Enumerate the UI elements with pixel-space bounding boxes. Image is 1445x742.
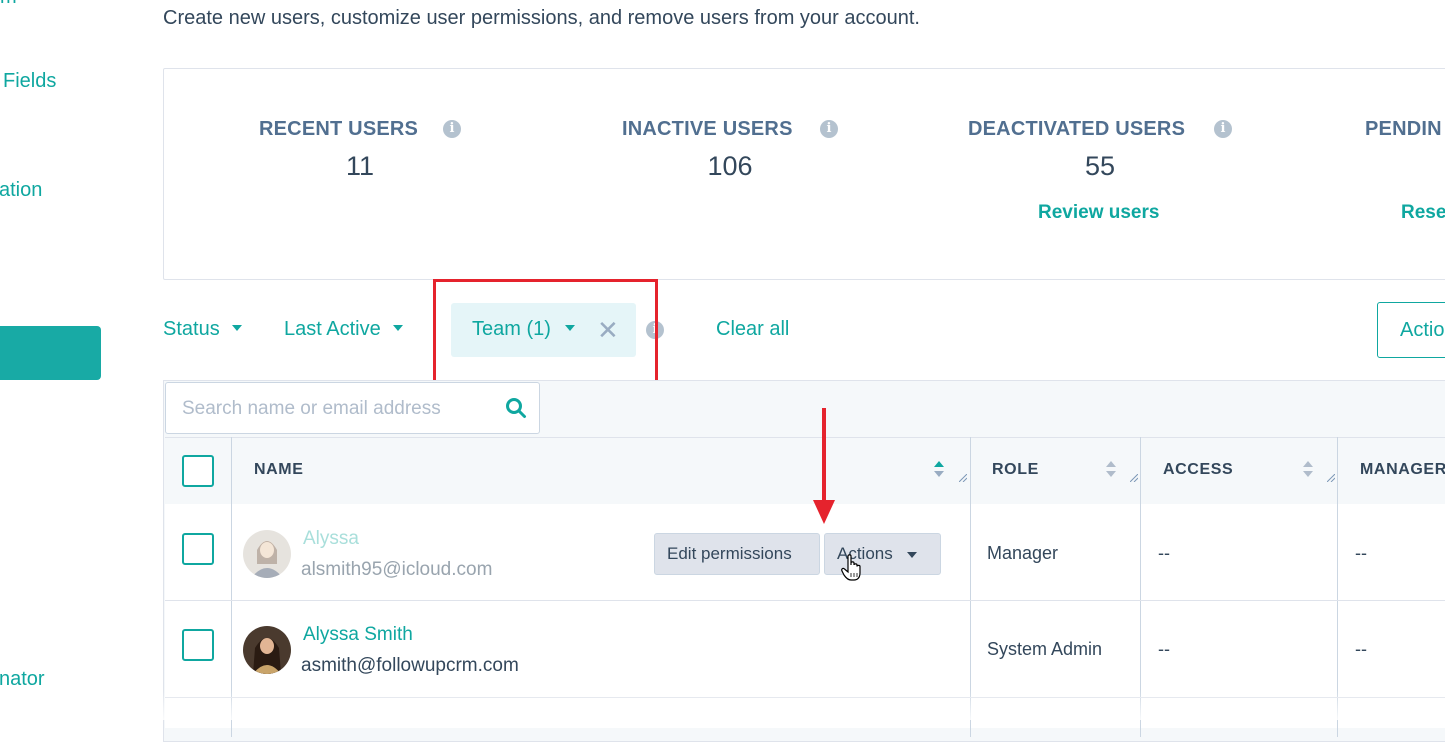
table-header	[165, 437, 1445, 505]
table-row	[165, 601, 1445, 697]
select-all-checkbox[interactable]	[182, 455, 214, 487]
annotation-highlight-box	[433, 279, 658, 387]
stat-inactive-users-label: INACTIVE USERS	[622, 118, 793, 140]
avatar	[243, 626, 291, 674]
column-resize-handle[interactable]	[1130, 474, 1138, 482]
role-cell: System Admin	[987, 639, 1103, 659]
sidebar-item-fields[interactable]: Fields	[3, 70, 56, 93]
column-resize-handle[interactable]	[959, 474, 967, 482]
manager-cell: --	[1355, 543, 1367, 563]
caret-down-icon	[231, 324, 242, 331]
sort-icon[interactable]	[1106, 461, 1116, 477]
column-header-access[interactable]: ACCESS	[1163, 461, 1233, 479]
edit-permissions-label: Edit permissions	[667, 544, 792, 563]
status-filter-label: Status	[163, 318, 220, 340]
edit-permissions-button[interactable]: Edit permissions	[654, 533, 820, 575]
row-checkbox[interactable]	[182, 629, 214, 661]
page-description: Create new users, customize user permiss…	[163, 7, 920, 29]
stat-deactivated-users-label: DEACTIVATED USERS	[968, 118, 1186, 140]
row-checkbox[interactable]	[182, 533, 214, 565]
access-cell: --	[1158, 543, 1170, 563]
avatar	[243, 530, 291, 578]
info-icon[interactable]: i	[443, 120, 461, 138]
user-name-link[interactable]: Alyssa	[303, 528, 359, 550]
annotation-arrow	[813, 408, 835, 524]
status-filter-dropdown[interactable]: Status	[163, 318, 242, 341]
search-input[interactable]: Search name or email address	[165, 382, 540, 434]
hand-cursor-icon	[841, 554, 861, 581]
stat-pending-label: PENDIN	[1365, 118, 1442, 140]
manager-cell: --	[1355, 639, 1367, 659]
role-cell: Manager	[987, 543, 1059, 563]
sidebar-item-active-button[interactable]	[0, 326, 101, 380]
caret-down-icon	[907, 552, 917, 558]
search-placeholder: Search name or email address	[182, 398, 441, 419]
stat-inactive-users-value: 106	[707, 151, 753, 181]
access-cell: --	[1158, 639, 1170, 659]
clear-all-button[interactable]: Clear all	[716, 318, 789, 341]
search-icon[interactable]	[505, 397, 527, 419]
sort-icon[interactable]	[934, 461, 944, 477]
last-active-filter-dropdown[interactable]: Last Active	[284, 318, 403, 341]
info-icon[interactable]: i	[820, 120, 838, 138]
sidebar-item-cut[interactable]: m	[0, 0, 17, 9]
row-divider	[165, 600, 1445, 601]
column-header-name[interactable]: NAME	[254, 461, 304, 479]
last-active-filter-label: Last Active	[284, 318, 381, 340]
actions-button[interactable]: Actio	[1377, 302, 1445, 358]
stat-deactivated-users-value: 55	[1084, 151, 1116, 181]
resend-link[interactable]: Rese	[1401, 202, 1445, 224]
user-email: alsmith95@icloud.com	[301, 559, 493, 580]
actions-button-label: Actio	[1400, 319, 1445, 341]
column-resize-handle[interactable]	[1327, 474, 1335, 482]
sort-icon[interactable]	[1303, 461, 1313, 477]
caret-down-icon	[392, 324, 403, 331]
info-icon[interactable]: i	[1214, 120, 1232, 138]
review-users-link[interactable]: Review users	[1038, 202, 1159, 224]
stat-recent-users-label: RECENT USERS	[259, 118, 419, 140]
sidebar-item-nator[interactable]: nator	[0, 668, 45, 691]
sidebar-item-ation[interactable]: ation	[0, 179, 42, 202]
column-header-role[interactable]: ROLE	[992, 461, 1039, 479]
stat-recent-users-value: 11	[345, 151, 375, 181]
user-name-link[interactable]: Alyssa Smith	[303, 624, 413, 646]
user-email: asmith@followupcrm.com	[301, 655, 519, 676]
bottom-fade	[0, 690, 1445, 720]
column-header-manager[interactable]: MANAGER	[1360, 461, 1445, 479]
